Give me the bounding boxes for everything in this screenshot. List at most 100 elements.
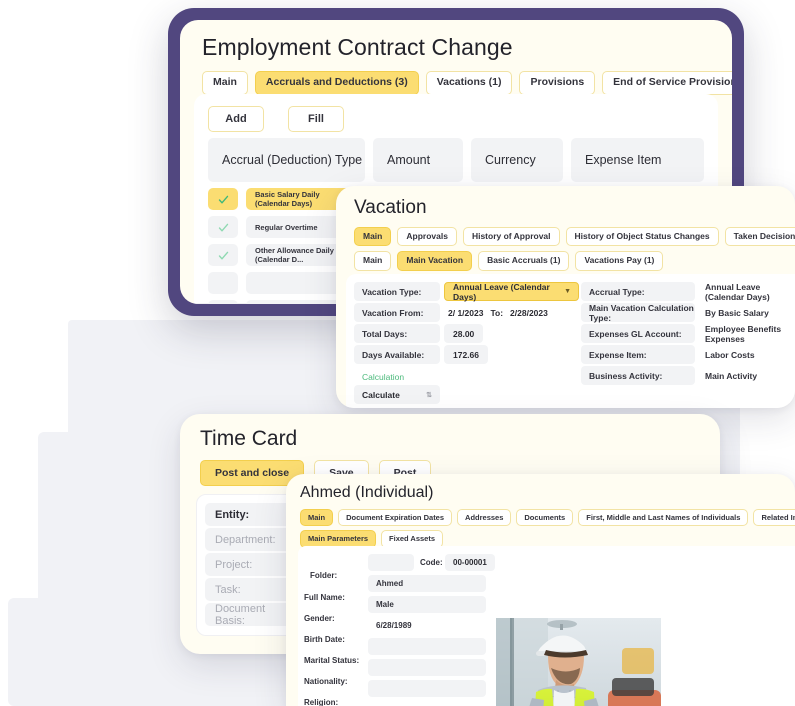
field-religion-input[interactable] — [368, 680, 486, 697]
individual-photo — [496, 618, 661, 706]
calculate-label: Calculate — [362, 389, 400, 400]
column-header-currency: Currency — [471, 138, 563, 182]
field-task[interactable]: Task: — [205, 578, 294, 601]
label-main-vacation-calculation-type: Main Vacation Calculation Type: — [581, 303, 695, 323]
subtab-vacations-pay[interactable]: Vacations Pay (1) — [575, 251, 664, 271]
vacation-date-range[interactable]: 2/ 1/2023 To: 2/28/2023 — [440, 308, 548, 318]
sort-icon: ⇅ — [426, 391, 432, 399]
right-values: Annual Leave (Calendar Days) By Basic Sa… — [695, 282, 795, 408]
subtab-main[interactable]: Main — [354, 251, 392, 271]
days-available-value[interactable]: 172.66 — [444, 345, 488, 364]
label-vacation-from: Vacation From: — [354, 303, 440, 322]
column-header-expense-item: Expense Item — [571, 138, 704, 182]
tab-approvals[interactable]: Approvals — [397, 227, 457, 247]
value-business-activity[interactable]: Main Activity — [695, 366, 795, 385]
field-birth-date-input[interactable]: 6/28/1989 — [368, 617, 486, 634]
vacation-right-column: Accrual Type: Main Vacation Calculation … — [581, 282, 795, 408]
calculate-button[interactable]: Calculate ⇅ — [354, 385, 440, 404]
column-header-accrual-type: Accrual (Deduction) Type — [208, 138, 365, 182]
field-entity[interactable]: Entity: — [205, 503, 294, 526]
individual-form: Code: 00-00001 Folder: Ahmed Full Name: … — [298, 546, 498, 706]
value-expense-item[interactable]: Labor Costs — [695, 345, 795, 364]
time-card-title: Time Card — [200, 427, 298, 450]
individual-main-panel: Code: 00-00001 Folder: Ahmed Full Name: … — [298, 546, 795, 706]
label-to: To: — [490, 307, 504, 318]
calculation-heading: Calculation — [362, 372, 405, 382]
subtab-main-vacation[interactable]: Main Vacation — [397, 251, 473, 271]
row-check-icon[interactable] — [208, 272, 238, 294]
field-project[interactable]: Project: — [205, 553, 294, 576]
field-full-name-input[interactable]: Ahmed — [368, 575, 486, 592]
add-button[interactable]: Add — [208, 106, 264, 132]
right-labels: Accrual Type: Main Vacation Calculation … — [581, 282, 695, 408]
label-days-available: Days Available: — [354, 345, 440, 364]
vacation-type-select[interactable]: Annual Leave (Calendar Days) ▼ — [444, 282, 579, 302]
row-check-icon[interactable] — [208, 300, 238, 304]
subtab-main-parameters[interactable]: Main Parameters — [300, 530, 377, 548]
label-expenses-gl-account: Expenses GL Account: — [581, 324, 695, 343]
tab-related-individuals[interactable]: Related Individuals — [753, 509, 795, 527]
vacation-from-value[interactable]: 2/ 1/2023 — [448, 308, 483, 318]
tab-main[interactable]: Main — [300, 509, 334, 527]
label-gender: Gender: — [304, 614, 335, 623]
vacation-to-value[interactable]: 2/28/2023 — [510, 308, 548, 318]
vacation-main-panel: Vacation Type: Annual Leave (Calendar Da… — [346, 274, 795, 408]
field-folder-input[interactable] — [368, 554, 414, 571]
tab-names-of-individuals[interactable]: First, Middle and Last Names of Individu… — [578, 509, 749, 527]
label-full-name: Full Name: — [304, 593, 345, 602]
tab-end-of-service-provision[interactable]: End of Service Provision — [602, 71, 732, 95]
tab-taken-decisions[interactable]: Taken Decisions — [724, 227, 795, 247]
field-nationality-input[interactable] — [368, 659, 486, 676]
value-code[interactable]: 00-00001 — [445, 554, 495, 571]
chevron-down-icon: ▼ — [564, 288, 571, 295]
vacation-card: Vacation Main Approvals History of Appro… — [336, 186, 795, 408]
label-nationality: Nationality: — [304, 677, 348, 686]
label-birth-date: Birth Date: — [304, 635, 345, 644]
tab-vacations[interactable]: Vacations (1) — [425, 71, 513, 95]
field-gender-input[interactable]: Male — [368, 596, 486, 613]
field-total-days: Total Days: 28.00 — [354, 324, 581, 343]
tab-main[interactable]: Main — [202, 71, 248, 95]
tab-document-expiration-dates[interactable]: Document Expiration Dates — [338, 509, 453, 527]
subtab-basic-accruals[interactable]: Basic Accruals (1) — [478, 251, 570, 271]
column-header-amount: Amount — [373, 138, 463, 182]
label-religion: Religion: — [304, 698, 339, 706]
label-marital-status: Marital Status: — [304, 656, 360, 665]
page-title: Employment Contract Change — [202, 34, 513, 60]
tab-history-of-approval[interactable]: History of Approval — [462, 227, 560, 247]
table-header-row: Accrual (Deduction) Type Amount Currency… — [208, 138, 704, 182]
label-expense-item: Expense Item: — [581, 345, 695, 364]
tab-accruals-and-deductions[interactable]: Accruals and Deductions (3) — [254, 71, 419, 95]
field-vacation-from: Vacation From: 2/ 1/2023 To: 2/28/2023 — [354, 303, 581, 322]
tab-addresses[interactable]: Addresses — [457, 509, 512, 527]
field-days-available: Days Available: 172.66 — [354, 345, 581, 364]
vacation-left-column: Vacation Type: Annual Leave (Calendar Da… — [346, 282, 581, 408]
tab-documents[interactable]: Documents — [516, 509, 574, 527]
row-check-icon[interactable] — [208, 244, 238, 266]
tab-main[interactable]: Main — [354, 227, 392, 247]
total-days-value[interactable]: 28.00 — [444, 324, 484, 343]
value-main-vacation-calculation-type[interactable]: By Basic Salary — [695, 303, 795, 322]
subtab-fixed-assets[interactable]: Fixed Assets — [381, 530, 444, 548]
fill-button[interactable]: Fill — [288, 106, 344, 132]
label-accrual-type: Accrual Type: — [581, 282, 695, 301]
individual-card: Ahmed (Individual) Main Document Expirat… — [286, 474, 795, 706]
value-accrual-type[interactable]: Annual Leave (Calendar Days) — [695, 282, 795, 302]
vacation-tab-bar-secondary: Main Main Vacation Basic Accruals (1) Va… — [336, 246, 795, 271]
tab-history-of-object-status-changes[interactable]: History of Object Status Changes — [565, 227, 719, 247]
label-total-days: Total Days: — [354, 324, 440, 343]
value-expenses-gl-account[interactable]: Employee Benefits Expenses — [695, 324, 795, 344]
row-check-icon[interactable] — [208, 216, 238, 238]
field-marital-status-input[interactable] — [368, 638, 486, 655]
individual-tab-bar-primary: Main Document Expiration Dates Addresses… — [286, 502, 795, 527]
label-code: Code: — [420, 558, 443, 567]
label-vacation-type: Vacation Type: — [354, 282, 440, 301]
row-check-icon[interactable] — [208, 188, 238, 210]
vacation-title: Vacation — [354, 197, 427, 218]
field-department[interactable]: Department: — [205, 528, 294, 551]
field-document-basis[interactable]: Document Basis: — [205, 603, 294, 627]
individual-tab-bar-secondary: Main Parameters Fixed Assets — [286, 526, 795, 548]
label-business-activity: Business Activity: — [581, 366, 695, 385]
contract-tab-bar: Main Accruals and Deductions (3) Vacatio… — [180, 61, 732, 95]
tab-provisions[interactable]: Provisions — [519, 71, 596, 95]
